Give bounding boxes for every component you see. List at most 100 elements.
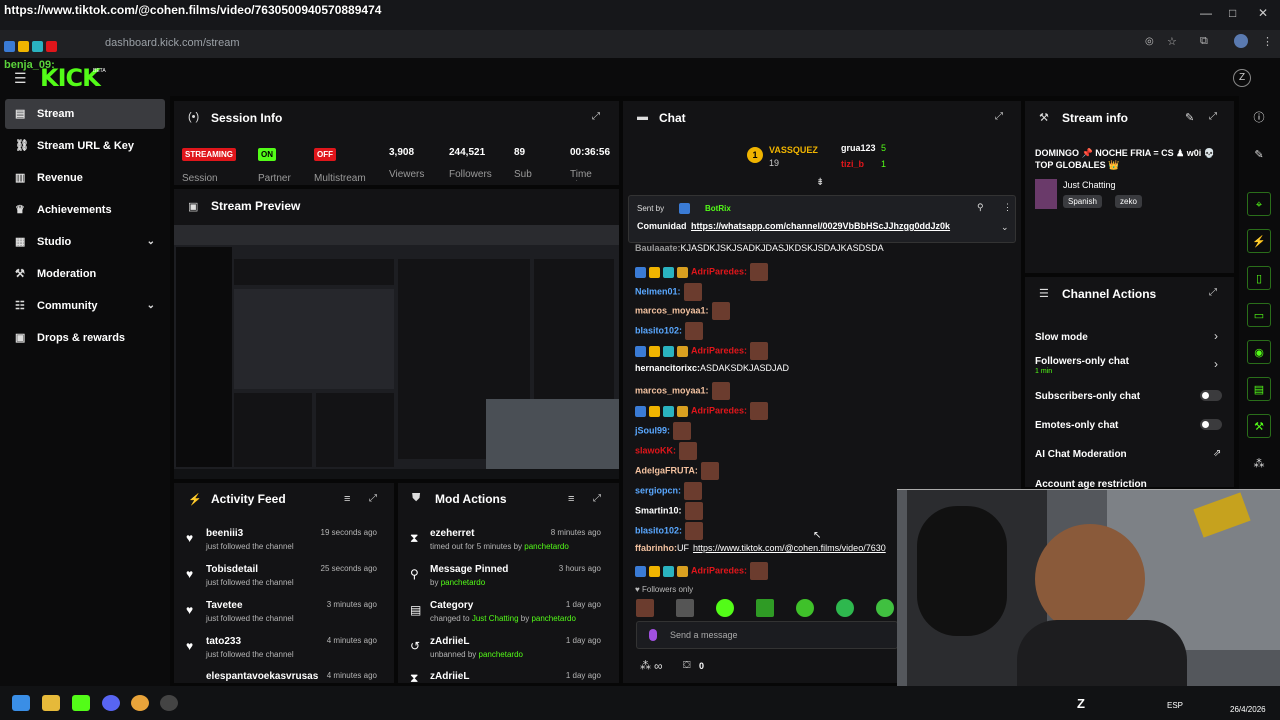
file-explorer-icon[interactable] <box>42 695 60 711</box>
mod-by[interactable]: panchetardo <box>524 542 568 551</box>
profile-avatar[interactable] <box>1234 34 1248 48</box>
expand-icon[interactable]: ⤢ <box>369 493 377 504</box>
emote-icon[interactable] <box>636 599 654 617</box>
tag-chip[interactable]: zeko <box>1115 195 1142 208</box>
mod-by[interactable]: panchetardo <box>441 578 485 587</box>
broadcast-icon[interactable]: ◉ <box>1247 340 1271 364</box>
chevron-down-icon[interactable]: ⌄ <box>1001 222 1009 233</box>
chat-username[interactable]: AdriParedes: <box>691 345 747 355</box>
sidebar-item-studio[interactable]: ▦ Studio ⌄ <box>5 227 165 257</box>
gift-icon[interactable]: ⛋ <box>683 660 691 671</box>
minimize-button[interactable]: — <box>1200 6 1212 20</box>
sidebar-item-moderation[interactable]: ⚒ Moderation <box>5 259 165 289</box>
hamburger-icon[interactable]: ☰ <box>14 70 27 87</box>
filter-icon[interactable]: ≡ <box>568 493 574 505</box>
category-thumbnail[interactable] <box>1035 179 1057 209</box>
top-gifter-name[interactable]: grua123 <box>841 143 876 153</box>
mod-category[interactable]: Just Chatting <box>472 614 519 623</box>
layout-icon[interactable]: ▤ <box>1247 377 1271 401</box>
mod-target[interactable]: zAdriieL <box>430 671 469 682</box>
activity-user[interactable]: elespantavoekasvrusas <box>206 671 318 682</box>
chat-username[interactable]: blasito102: <box>635 325 682 335</box>
chat-username[interactable]: ffabrinho: <box>635 543 677 553</box>
language-indicator[interactable]: ESP <box>1167 701 1183 710</box>
chat-username[interactable]: Nelmen01: <box>635 286 681 296</box>
filter-icon[interactable]: ≡ <box>344 493 350 505</box>
chrome-icon[interactable] <box>131 695 149 711</box>
pin-icon[interactable]: ⚲ <box>977 202 984 213</box>
edit-icon[interactable]: ✎ <box>1185 111 1194 124</box>
community-icon[interactable]: ⁂ <box>1247 452 1271 476</box>
activity-user[interactable]: beeniii3 <box>206 528 243 539</box>
star-icon[interactable]: ☆ <box>1167 35 1177 48</box>
top-gifter-name[interactable]: VASSQUEZ <box>769 145 818 155</box>
obs-icon[interactable] <box>160 695 178 711</box>
activity-user[interactable]: Tobisdetail <box>206 564 258 575</box>
emote-icon[interactable] <box>876 599 894 617</box>
clock-date[interactable]: 26/4/2026 <box>1230 705 1266 714</box>
eye-off-icon[interactable]: ◎ <box>1145 36 1154 47</box>
chat-username[interactable]: jSoul99: <box>635 425 670 435</box>
microphone-icon[interactable] <box>649 629 657 641</box>
subscribers-only-toggle[interactable] <box>1200 390 1222 401</box>
chat-username[interactable]: Smartin10: <box>635 505 682 515</box>
mod-target[interactable]: Category <box>430 600 473 611</box>
sidebar-item-drops-rewards[interactable]: ▣ Drops & rewards <box>5 323 165 353</box>
chat-icon[interactable]: ▭ <box>1247 303 1271 327</box>
chat-username[interactable]: marcos_moyaa1: <box>635 305 709 315</box>
more-icon[interactable]: ⋮ <box>1003 202 1012 213</box>
chat-username[interactable]: slawoKK: <box>635 445 676 455</box>
address-bar[interactable]: dashboard.kick.com/stream <box>85 34 1195 52</box>
external-link-icon[interactable]: ⇗ <box>1213 448 1221 459</box>
maximize-button[interactable]: □ <box>1229 6 1236 20</box>
preview-video[interactable] <box>174 225 619 479</box>
ai-chat-moderation-setting[interactable]: AI Chat Moderation <box>1035 449 1127 460</box>
mod-by[interactable]: panchetardo <box>479 650 523 659</box>
chat-username[interactable]: sergiopcn: <box>635 485 681 495</box>
pinned-message[interactable]: Sent by BotRix Comunidad https://whatsap… <box>628 195 1016 243</box>
pinned-bot-name[interactable]: BotRix <box>705 204 731 213</box>
tag-chip[interactable]: Spanish <box>1063 195 1102 208</box>
mod-target[interactable]: Message Pinned <box>430 564 508 575</box>
target-icon[interactable]: ⌖ <box>1247 192 1271 216</box>
edit-icon[interactable]: ✎ <box>1247 143 1271 167</box>
chat-username[interactable]: hernancitorixc: <box>635 363 700 373</box>
sidebar-item-revenue[interactable]: ▥ Revenue <box>5 163 165 193</box>
category-name[interactable]: Just Chatting <box>1063 180 1116 190</box>
chat-username[interactable]: AdriParedes: <box>691 266 747 276</box>
followers-only-setting[interactable]: Followers-only chat <box>1035 356 1129 367</box>
slow-mode-setting[interactable]: Slow mode <box>1035 332 1088 343</box>
kick-app-icon[interactable] <box>72 695 90 711</box>
user-avatar[interactable]: Z <box>1233 69 1251 87</box>
windows-start-icon[interactable] <box>12 695 30 711</box>
info-icon[interactable]: ⓘ <box>1247 106 1271 130</box>
expand-icon[interactable]: ⤢ <box>1209 287 1217 298</box>
emote-icon[interactable] <box>676 599 694 617</box>
chat-input-box[interactable]: Send a message <box>636 621 898 649</box>
emotes-only-toggle[interactable] <box>1200 419 1222 430</box>
emote-icon[interactable] <box>796 599 814 617</box>
chevron-right-icon[interactable]: › <box>1214 357 1218 371</box>
mod-by[interactable]: panchetardo <box>531 614 575 623</box>
activity-user[interactable]: Tavetee <box>206 600 243 611</box>
activity-user[interactable]: tato233 <box>206 636 241 647</box>
expand-icon[interactable]: ⤢ <box>995 111 1003 122</box>
chat-username[interactable]: Baulaaate: <box>635 243 681 253</box>
close-window-button[interactable]: ✕ <box>1258 6 1268 20</box>
document-icon[interactable]: ▯ <box>1247 266 1271 290</box>
chat-username[interactable]: AdelgaFRUTA: <box>635 465 698 475</box>
chat-username[interactable]: AdriParedes: <box>691 405 747 415</box>
emote-icon[interactable] <box>836 599 854 617</box>
chat-username[interactable]: AdriParedes: <box>691 565 747 575</box>
points-icon[interactable]: ⁂ <box>640 659 651 672</box>
expand-icon[interactable]: ⤢ <box>1209 111 1217 122</box>
pinned-link[interactable]: https://whatsapp.com/channel/0029VbBbHSc… <box>691 221 971 231</box>
emote-icon[interactable] <box>756 599 774 617</box>
sidebar-item-achievements[interactable]: ♛ Achievements <box>5 195 165 225</box>
sidebar-item-stream-url-key[interactable]: ⛓ Stream URL & Key <box>5 131 165 161</box>
chat-link[interactable]: https://www.tiktok.com/@cohen.films/vide… <box>693 543 886 553</box>
sidebar-item-community[interactable]: ☷ Community ⌄ <box>5 291 165 321</box>
wrench-icon[interactable]: ⚒ <box>1247 414 1271 438</box>
sidebar-item-stream[interactable]: ▤ Stream <box>5 99 165 129</box>
expand-icon[interactable]: ⤢ <box>592 111 600 122</box>
